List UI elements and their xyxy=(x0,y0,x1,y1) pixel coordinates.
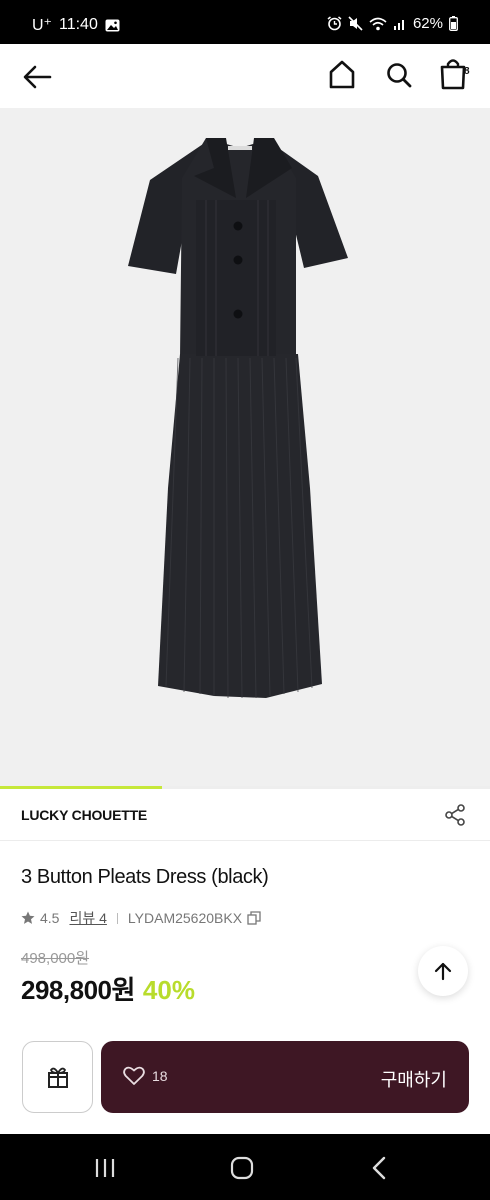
back-arrow-icon[interactable] xyxy=(20,60,54,94)
alarm-icon xyxy=(327,16,342,31)
cart-count-badge: 8 xyxy=(464,66,470,77)
scroll-to-top-button[interactable] xyxy=(418,946,468,996)
status-left: U⁺ 11:40 xyxy=(32,15,120,35)
heart-icon xyxy=(123,1066,145,1085)
product-image[interactable] xyxy=(0,108,490,786)
meta-divider xyxy=(116,912,118,924)
rating-value: 4.5 xyxy=(40,910,60,926)
product-title: 3 Button Pleats Dress (black) xyxy=(21,866,269,888)
status-bar: U⁺ 11:40 62% xyxy=(0,0,490,44)
buy-button-label[interactable]: 구매하기 xyxy=(381,1066,447,1092)
battery-percent: 62% xyxy=(412,15,443,32)
product-meta-row: 4.5 리뷰 4 LYDAM25620BKX xyxy=(21,908,261,928)
brand-row[interactable]: LUCKY CHOUETTE xyxy=(0,789,490,841)
search-icon[interactable] xyxy=(383,58,415,92)
like-button[interactable]: 18 xyxy=(123,1066,168,1086)
back-button-icon[interactable] xyxy=(367,1156,393,1180)
share-icon[interactable] xyxy=(443,803,467,827)
gift-icon xyxy=(47,1067,68,1088)
system-navigation-bar xyxy=(0,1134,490,1200)
status-right: 62% xyxy=(327,15,458,32)
brand-name[interactable]: LUCKY CHOUETTE xyxy=(21,807,147,823)
clock: 11:40 xyxy=(59,16,98,33)
sale-price: 298,800원 xyxy=(21,975,135,1005)
recent-apps-icon[interactable] xyxy=(92,1156,118,1180)
top-navigation: 8 xyxy=(0,44,490,108)
product-code: LYDAM25620BKX xyxy=(127,910,243,926)
discount-rate: 40% xyxy=(142,975,195,1005)
home-icon[interactable] xyxy=(326,58,358,92)
like-count: 18 xyxy=(152,1068,168,1084)
gift-button[interactable] xyxy=(22,1041,93,1113)
star-icon xyxy=(21,911,35,924)
mute-icon xyxy=(348,16,363,31)
dress-illustration xyxy=(128,138,348,699)
arrow-up-icon xyxy=(434,962,452,981)
wifi-icon xyxy=(369,17,387,30)
carrier-label: U⁺ xyxy=(32,17,52,34)
signal-icon xyxy=(393,20,404,30)
original-price: 498,000원 xyxy=(21,950,90,967)
home-button-icon[interactable] xyxy=(229,1156,255,1180)
battery-icon xyxy=(449,16,458,31)
review-link[interactable]: 리뷰 4 xyxy=(69,908,106,928)
price-row: 298,800원 40% xyxy=(21,970,195,1007)
buy-bar[interactable]: 18 구매하기 xyxy=(101,1041,469,1113)
gallery-notification-icon xyxy=(105,19,120,31)
copy-icon[interactable] xyxy=(247,911,261,925)
